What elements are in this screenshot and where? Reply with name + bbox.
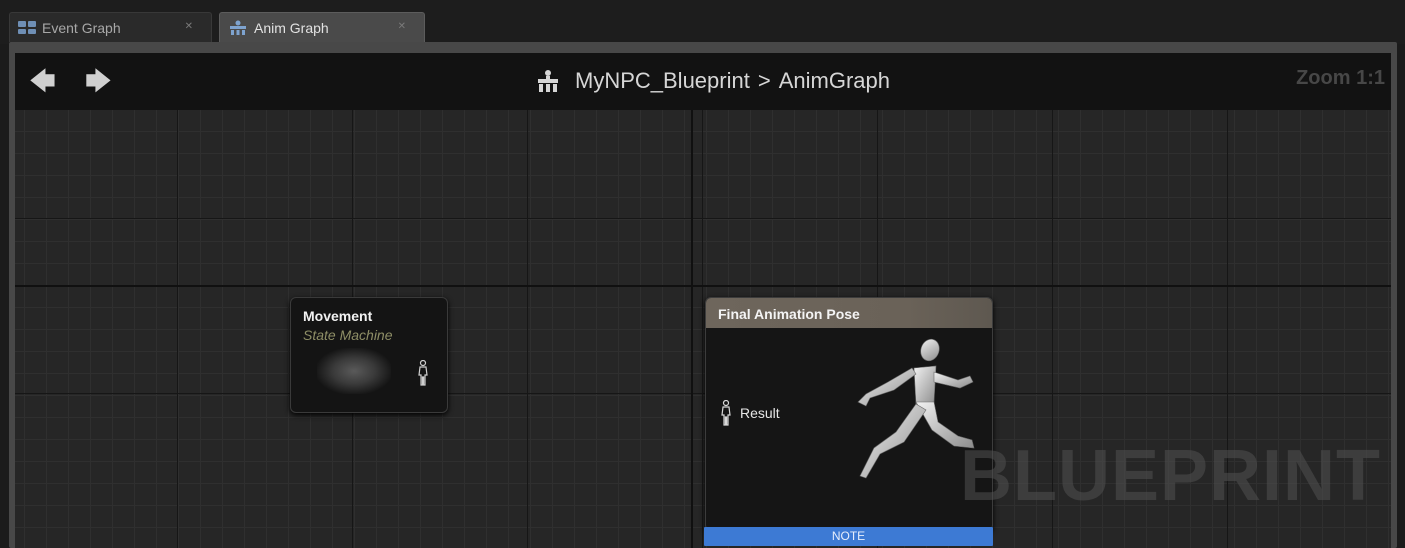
breadcrumb-separator: > [757, 68, 771, 93]
node-subtitle: State Machine [303, 327, 393, 343]
graph-canvas[interactable]: 🡄 🡆 MyNPC_Blueprint > AnimGraph Zoom 1:1… [15, 53, 1391, 548]
tab-label: Anim Graph [254, 19, 329, 36]
zoom-level: Zoom 1:1 [1296, 67, 1385, 89]
movement-state-machine-node[interactable]: Movement State Machine [290, 297, 448, 413]
node-header: Final Animation Pose [706, 298, 992, 328]
node-title: Final Animation Pose [718, 306, 860, 322]
node-preview [317, 348, 391, 394]
pose-pin-icon[interactable] [417, 360, 429, 386]
pin-label: Result [740, 405, 780, 421]
result-pin[interactable]: Result [720, 400, 780, 426]
tab-anim-graph[interactable]: Anim Graph ✕ [219, 12, 425, 42]
tab-bar: Event Graph ✕ Anim Graph ✕ [0, 0, 1405, 44]
pose-pin-icon[interactable] [720, 400, 732, 426]
close-icon[interactable]: ✕ [398, 21, 406, 32]
breadcrumb-graph: AnimGraph [778, 68, 890, 93]
blueprint-watermark: BLUEPRINT [960, 436, 1381, 516]
tab-label: Event Graph [42, 19, 121, 36]
close-icon[interactable]: ✕ [185, 21, 193, 32]
node-title: Movement [303, 308, 373, 324]
breadcrumb-blueprint[interactable]: MyNPC_Blueprint [575, 68, 750, 94]
event-graph-icon [18, 21, 36, 34]
note-bar: NOTE [704, 527, 993, 546]
back-arrow-icon[interactable]: 🡄 [29, 67, 56, 95]
graph-header: 🡄 🡆 MyNPC_Blueprint > AnimGraph Zoom 1:1 [15, 53, 1391, 110]
forward-arrow-icon[interactable]: 🡆 [85, 67, 112, 95]
graph-editor-frame: 🡄 🡆 MyNPC_Blueprint > AnimGraph Zoom 1:1… [9, 42, 1397, 548]
final-animation-pose-node[interactable]: Final Animation Pose Result [705, 297, 993, 531]
anim-blueprint-icon [538, 70, 558, 92]
anim-graph-icon [230, 20, 246, 35]
breadcrumb: MyNPC_Blueprint > AnimGraph [537, 63, 890, 99]
tab-event-graph[interactable]: Event Graph ✕ [9, 12, 212, 42]
